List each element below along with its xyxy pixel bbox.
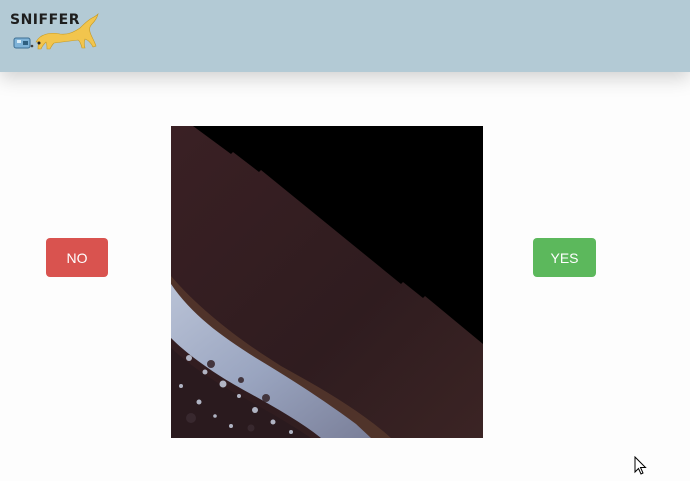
app-header: SNIFFER bbox=[0, 0, 690, 72]
logo-text: SNIFFER bbox=[10, 12, 80, 28]
no-button[interactable]: NO bbox=[46, 238, 108, 277]
sniffer-logo[interactable]: SNIFFER bbox=[10, 10, 102, 54]
main-content: NO YES bbox=[0, 72, 690, 481]
satellite-image bbox=[171, 126, 483, 438]
mouse-cursor-icon bbox=[634, 456, 647, 475]
yes-button[interactable]: YES bbox=[533, 238, 596, 277]
